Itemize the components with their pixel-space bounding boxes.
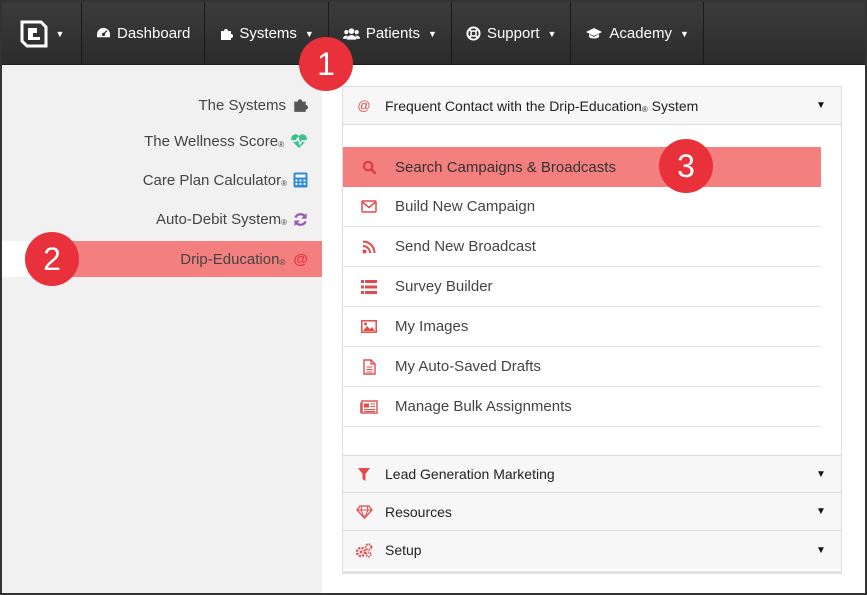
sidebar-item-label: Auto-Debit System <box>156 210 282 228</box>
brand-logo-menu[interactable]: ▼ <box>2 2 82 65</box>
menu-item-label: My Auto-Saved Drafts <box>395 358 541 375</box>
sidebar-item-wellness-score[interactable]: The Wellness Score® <box>144 123 308 159</box>
sidebar-item-drip-education[interactable]: Drip-Education® @ <box>180 241 308 277</box>
menu-item-search-campaigns[interactable]: Search Campaigns & Broadcasts <box>343 147 821 187</box>
registered-mark: ® <box>278 139 284 149</box>
accordion-header-resources[interactable]: Resources ▼ <box>343 493 841 531</box>
menu-item-label: Search Campaigns & Broadcasts <box>395 158 616 176</box>
filter-icon <box>358 467 370 481</box>
chevron-down-icon: ▼ <box>679 28 689 39</box>
diamond-icon <box>355 504 373 519</box>
rss-icon <box>362 240 376 253</box>
app-frame: ▼ Dashboard Systems ▼ Patients ▼ Support… <box>0 0 867 595</box>
puzzle-icon <box>294 99 308 112</box>
sidebar-item-the-systems[interactable]: The Systems <box>198 87 308 123</box>
at-icon: @ <box>357 98 371 113</box>
sidebar-item-label: Care Plan Calculator <box>142 171 282 189</box>
menu-item-my-images[interactable]: My Images <box>343 307 821 347</box>
chevron-down-icon: ▼ <box>304 28 314 39</box>
sidebar-item-label: The Systems <box>198 96 286 114</box>
sidebar-item-label: Drip-Education <box>180 250 280 268</box>
dashboard-icon <box>97 27 110 38</box>
accordion-header-setup[interactable]: Setup ▼ <box>343 531 841 569</box>
sidebar-item-label: The Wellness Score <box>144 132 279 150</box>
search-icon <box>362 160 376 174</box>
accordion-header-label: Lead Generation Marketing <box>385 466 555 482</box>
step-badge-3: 3 <box>659 139 713 193</box>
registered-mark: ® <box>281 178 287 188</box>
puzzle-icon <box>221 28 234 40</box>
menu-item-label: Manage Bulk Assignments <box>395 398 572 415</box>
menu-item-label: My Images <box>395 318 469 335</box>
heartbeat-icon <box>291 134 307 148</box>
brand-logo-icon <box>20 20 48 47</box>
graduation-cap-icon <box>586 28 603 39</box>
sidebar: The Systems The Wellness Score® Care Pla… <box>2 65 322 593</box>
nav-label: Support <box>486 25 540 42</box>
nav-label: Academy <box>609 25 672 42</box>
menu-item-send-broadcast[interactable]: Send New Broadcast <box>343 227 821 267</box>
image-icon <box>361 320 377 333</box>
chevron-down-icon: ▼ <box>547 28 557 39</box>
nav-label: Patients <box>365 25 421 42</box>
nav-academy[interactable]: Academy ▼ <box>571 2 704 65</box>
panel-bottom-shadow <box>342 571 842 574</box>
sidebar-item-auto-debit[interactable]: Auto-Debit System® <box>156 201 308 237</box>
list-icon <box>361 279 377 294</box>
menu-item-label: Build New Campaign <box>395 198 536 215</box>
accordion-header-label: Setup <box>385 542 422 558</box>
drip-education-panel: @ Frequent Contact with the Drip-Educati… <box>342 86 842 572</box>
registered-mark: ® <box>279 257 286 267</box>
caret-down-icon: ▼ <box>816 544 826 556</box>
chevron-down-icon: ▼ <box>55 28 65 39</box>
nav-label: Systems <box>239 25 297 42</box>
menu-item-label: Send New Broadcast <box>395 238 536 255</box>
caret-down-icon: ▼ <box>816 468 826 480</box>
main-content: @ Frequent Contact with the Drip-Educati… <box>322 65 865 593</box>
nav-support[interactable]: Support ▼ <box>452 2 572 65</box>
step-badge-2: 2 <box>25 232 79 286</box>
sidebar-item-care-plan-calculator[interactable]: Care Plan Calculator® <box>143 162 308 198</box>
step-badge-1: 1 <box>299 37 353 91</box>
accordion-header-lead-generation[interactable]: Lead Generation Marketing ▼ <box>343 455 841 493</box>
accordion-header-suffix: System <box>647 97 699 114</box>
envelope-icon <box>361 200 377 213</box>
refresh-icon <box>294 212 307 226</box>
newspaper-icon <box>360 399 378 414</box>
accordion-header-label: Resources <box>385 503 452 520</box>
file-icon <box>362 358 376 375</box>
nav-dashboard[interactable]: Dashboard <box>82 2 206 65</box>
at-icon: @ <box>293 250 308 268</box>
menu-item-auto-saved-drafts[interactable]: My Auto-Saved Drafts <box>343 347 821 387</box>
caret-down-icon: ▼ <box>816 506 826 517</box>
menu-item-bulk-assignments[interactable]: Manage Bulk Assignments <box>343 387 821 427</box>
lifebuoy-icon <box>466 26 481 41</box>
menu-item-label: Survey Builder <box>395 278 493 295</box>
cogs-icon <box>355 542 373 558</box>
users-icon <box>342 27 360 40</box>
menu-item-build-campaign[interactable]: Build New Campaign <box>343 187 821 227</box>
accordion-header-label: Frequent Contact with the Drip-Education <box>385 97 642 114</box>
accordion-header-frequent-contact[interactable]: @ Frequent Contact with the Drip-Educati… <box>343 87 841 125</box>
top-navbar: ▼ Dashboard Systems ▼ Patients ▼ Support… <box>2 2 865 65</box>
registered-mark: ® <box>281 217 287 227</box>
nav-label: Dashboard <box>117 25 191 42</box>
menu-item-survey-builder[interactable]: Survey Builder <box>343 267 821 307</box>
calculator-icon <box>293 172 308 188</box>
caret-down-icon: ▼ <box>816 100 826 111</box>
chevron-down-icon: ▼ <box>428 28 437 39</box>
